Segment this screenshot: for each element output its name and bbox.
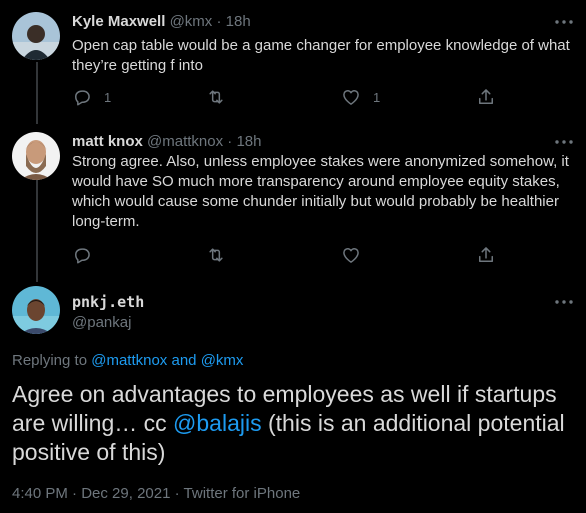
more-icon[interactable] [554, 132, 574, 152]
author-handle[interactable]: @mattknox [147, 133, 223, 150]
tweet-kyle-maxwell[interactable]: Kyle Maxwell @kmx · 18h Open cap table w… [0, 0, 586, 124]
reply-button[interactable] [72, 245, 104, 265]
tweet-matt-knox[interactable]: matt knox @mattknox · 18h Strong agree. … [0, 124, 586, 282]
separator: · [72, 485, 78, 502]
author-handle[interactable]: @kmx [170, 13, 213, 30]
more-icon[interactable] [554, 292, 574, 312]
reply-button[interactable]: 1 [72, 87, 111, 107]
tweet-source[interactable]: Twitter for iPhone [184, 485, 301, 502]
separator: · [227, 133, 233, 150]
replying-and: and [171, 352, 197, 369]
reply-icon [72, 87, 92, 107]
share-button[interactable] [476, 87, 496, 107]
mention-link[interactable]: @mattknox [91, 352, 167, 369]
avatar[interactable] [12, 132, 60, 180]
tweet-metadata: 4:40 PM · Dec 29, 2021 · Twitter for iPh… [12, 484, 300, 504]
author-name[interactable]: pnkj.eth [72, 293, 144, 311]
retweet-button[interactable] [206, 245, 238, 265]
like-button[interactable] [341, 245, 373, 265]
tweet-date[interactable]: Dec 29, 2021 [81, 485, 170, 502]
mention-link[interactable]: @kmx [201, 352, 244, 369]
separator: · [174, 485, 180, 502]
reply-icon [72, 245, 92, 265]
tweet-time[interactable]: 4:40 PM [12, 485, 68, 502]
heart-icon [341, 87, 361, 107]
separator: · [216, 13, 222, 30]
focused-tweet-text: Agree on advantages to employees as well… [12, 380, 578, 467]
author-handle[interactable]: @pankaj [72, 314, 131, 331]
more-icon[interactable] [554, 12, 574, 32]
timestamp[interactable]: 18h [226, 13, 251, 30]
like-button[interactable]: 1 [341, 87, 380, 107]
author-name[interactable]: matt knox [72, 133, 143, 150]
retweet-icon [206, 87, 226, 107]
reply-count: 1 [104, 89, 112, 105]
timestamp[interactable]: 18h [236, 133, 261, 150]
tweet-text: Strong agree. Also, unless employee stak… [72, 153, 569, 230]
retweet-button[interactable] [206, 87, 238, 107]
share-button[interactable] [476, 245, 496, 265]
avatar[interactable] [12, 286, 60, 334]
share-icon [476, 87, 496, 107]
share-icon [476, 245, 496, 265]
like-count: 1 [373, 89, 381, 105]
retweet-icon [206, 245, 226, 265]
replying-prefix: Replying to [12, 352, 88, 369]
tweet-text: Open cap table would be a game changer f… [72, 37, 570, 74]
avatar[interactable] [12, 12, 60, 60]
heart-icon [341, 245, 361, 265]
mention-link[interactable]: @balajis [173, 410, 262, 436]
replying-to: Replying to @mattknox and @kmx [12, 351, 243, 371]
author-name[interactable]: Kyle Maxwell [72, 13, 165, 30]
